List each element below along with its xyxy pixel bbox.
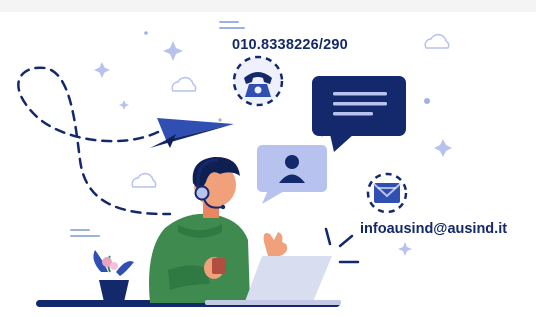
dashed-flight-path: [17, 66, 172, 216]
phone-number: 010.8338226/290: [232, 37, 348, 53]
mail-icon: [366, 172, 408, 214]
message-bubble-icon: [312, 76, 406, 152]
potted-plant: [93, 250, 134, 302]
contact-illustration: 010.8338226/290 infoausind@ausind.it: [0, 0, 536, 317]
user-chat-bubble-icon: [257, 145, 327, 204]
paper-plane-icon: [150, 118, 234, 148]
phone-icon: [232, 55, 284, 107]
email-address: infoausind@ausind.it: [360, 221, 508, 237]
